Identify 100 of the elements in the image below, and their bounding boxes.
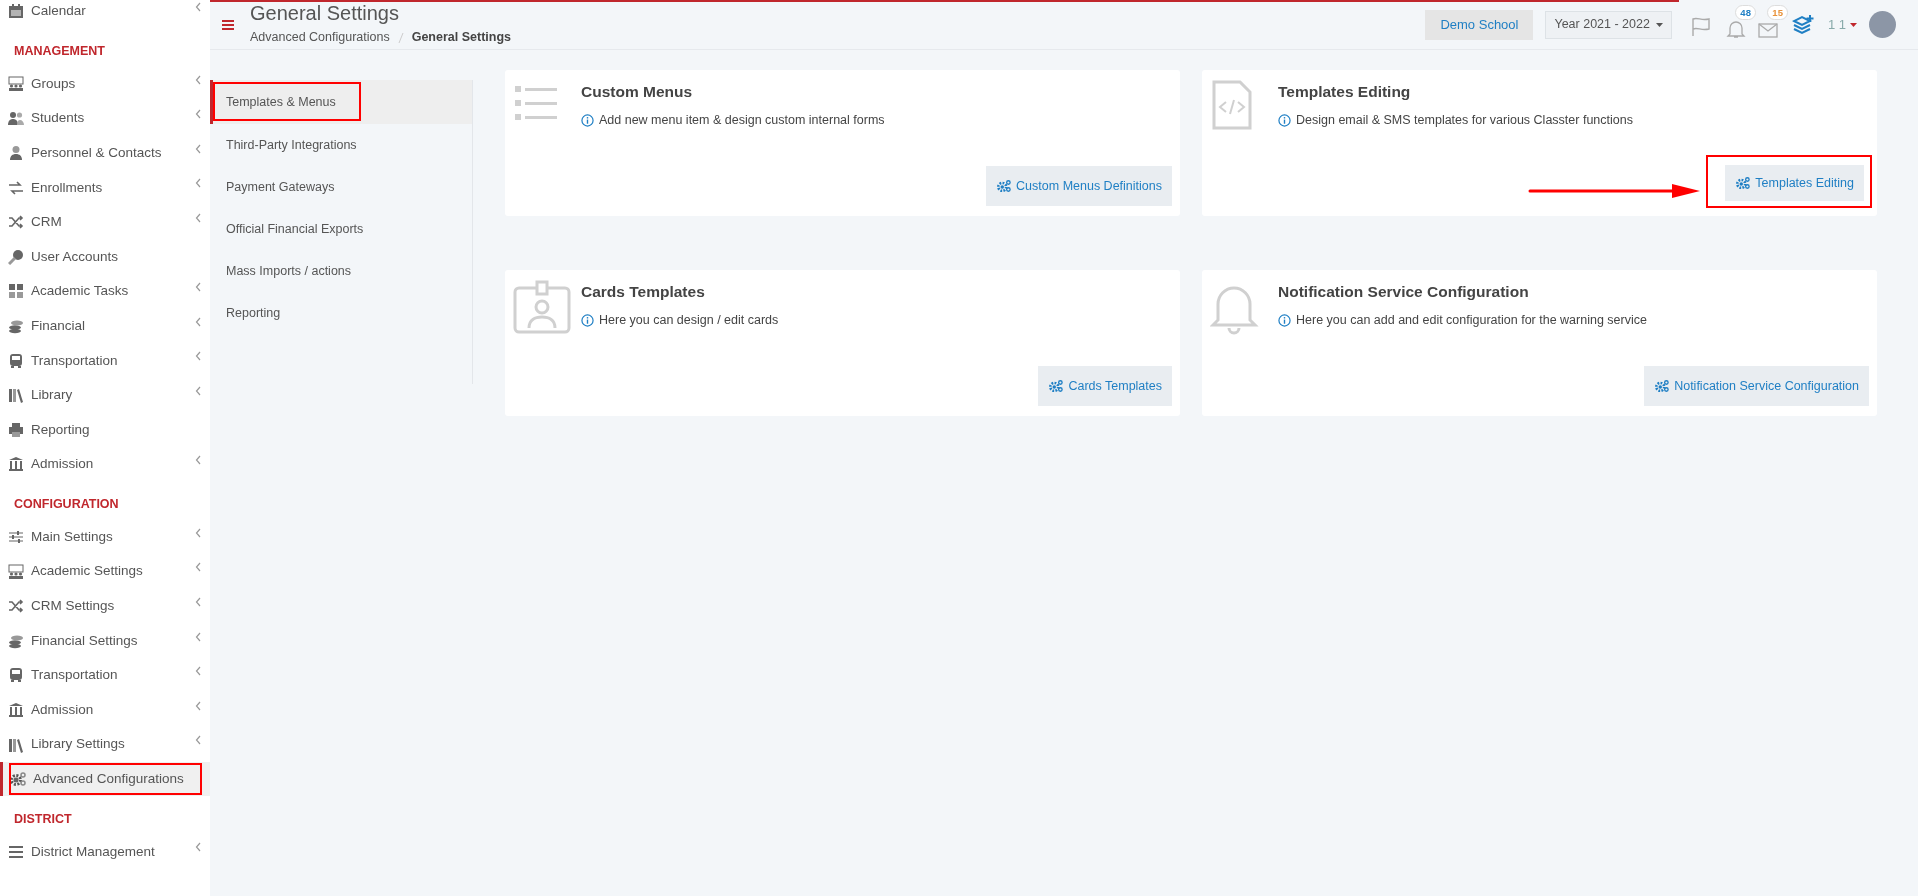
chevron-icon (195, 842, 202, 853)
chevron-icon (195, 351, 202, 362)
chevron-icon (195, 700, 202, 711)
chevron-icon (195, 282, 202, 293)
chevron-icon (195, 666, 202, 677)
submenu-item[interactable]: Official Financial Exports (210, 208, 472, 250)
notification-count: 48 (1735, 4, 1756, 20)
card-description: Add new menu item & design custom internal forms (599, 112, 885, 130)
sidebar-item[interactable]: Academic Tasks (0, 274, 210, 309)
caret-icon[interactable] (1850, 22, 1857, 27)
submenu-item[interactable]: Reporting (210, 292, 472, 334)
info-icon (581, 314, 594, 328)
sidebar-item[interactable]: Academic Settings (0, 554, 210, 589)
chevron-icon (195, 562, 202, 573)
gears-icon (1735, 176, 1752, 190)
gears-icon (1048, 379, 1065, 393)
breadcrumb-link[interactable]: Advanced Configurations (250, 28, 390, 47)
menu-icon (8, 843, 24, 860)
sidebar-item[interactable]: Financial Settings (0, 623, 210, 659)
chevron-icon (195, 316, 202, 327)
page-title: General Settings (250, 2, 400, 25)
sidebar-item[interactable]: Transportation (0, 658, 210, 693)
bank-icon (8, 702, 24, 718)
card-action-button[interactable]: Cards Templates (1038, 366, 1172, 406)
sidebar-item[interactable]: CRM Settings (0, 588, 210, 624)
message-count: 15 (1767, 4, 1788, 20)
coins-icon (8, 318, 24, 335)
menu-icon[interactable] (222, 19, 234, 30)
person-icon (8, 145, 24, 162)
chevron-icon (195, 2, 202, 12)
section-heading: CONFIGURATION (13, 495, 120, 513)
key-icon (8, 248, 24, 265)
card-title: Custom Menus (581, 82, 694, 102)
section-heading: DISTRICT (13, 810, 73, 828)
sidebar-item[interactable]: Students (0, 101, 210, 136)
submenu-item[interactable]: Mass Imports / actions (210, 250, 472, 292)
card-title: Templates Editing (1278, 82, 1412, 102)
chevron-icon (195, 143, 202, 154)
section-heading: MANAGEMENT (13, 42, 106, 60)
sidebar-item[interactable]: Enrollments (0, 170, 210, 205)
bank-icon (8, 456, 24, 473)
breadcrumb-current: General Settings (411, 29, 512, 47)
chevron-icon (195, 178, 202, 189)
chevron-icon (195, 455, 202, 466)
chevron-icon (195, 109, 202, 120)
school-button[interactable]: Demo School (1425, 9, 1534, 40)
sidebar-item[interactable]: Main Settings (0, 519, 210, 555)
sidebar-item[interactable]: Financial (0, 308, 210, 344)
sidebar-item[interactable]: Advanced Configurations (0, 761, 210, 797)
books-icon (8, 736, 24, 753)
card-action-button[interactable]: Notification Service Configuration (1644, 366, 1869, 406)
card-description: Here you can design / edit cards (599, 312, 779, 330)
sidebar-item[interactable]: Library Settings (0, 727, 210, 762)
info-icon (1278, 314, 1291, 328)
swap-arrows-icon (8, 179, 24, 196)
sidebar-item[interactable]: Library (0, 377, 210, 413)
card-title: Notification Service Configuration (1278, 282, 1530, 302)
sidebar-item[interactable]: Admission (0, 692, 210, 728)
chevron-icon (195, 631, 202, 642)
sliders-icon (8, 529, 24, 545)
info-icon (581, 114, 594, 128)
gears-icon (10, 771, 26, 788)
submenu-item[interactable]: Third-Party Integrations (210, 124, 472, 166)
sidebar-item[interactable]: CRM (0, 204, 210, 240)
card-description: Here you can add and edit configuration for the warning service (1296, 312, 1647, 330)
sidebar-item[interactable]: Transportation (0, 343, 210, 378)
sidebar-item[interactable]: District Management (0, 834, 210, 870)
group-icon (8, 563, 24, 580)
caret-icon (1655, 22, 1663, 27)
submenu-item[interactable]: Payment Gateways (210, 166, 472, 208)
submenu-item[interactable]: Templates & Menus (210, 80, 472, 124)
shuffle-icon (8, 598, 24, 615)
card-description: Design email & SMS templates for various Classter functions (1296, 112, 1633, 130)
user-avatar[interactable] (1869, 11, 1896, 38)
info-icon (1278, 114, 1291, 128)
books-icon (8, 387, 24, 404)
users-icon (8, 110, 24, 127)
sidebar-item[interactable]: Personnel & Contacts (0, 135, 210, 171)
chevron-icon (195, 527, 202, 538)
grid-icon (8, 283, 24, 300)
sidebar-item[interactable]: Reporting (0, 412, 210, 448)
year-select[interactable]: Year 2021 - 2022 (1545, 10, 1672, 39)
chevron-icon (195, 74, 202, 85)
sidebar-item[interactable]: Groups (0, 66, 210, 102)
calendar-icon (8, 3, 24, 20)
sidebar-item[interactable]: User Accounts (0, 239, 210, 275)
chevron-icon (195, 385, 202, 396)
bus-icon (8, 352, 24, 369)
gears-icon (1654, 379, 1671, 393)
card-action-button[interactable]: Templates Editing (1725, 165, 1864, 201)
sidebar-item[interactable]: Calendar (0, 0, 210, 29)
card-title: Cards Templates (581, 282, 706, 302)
breadcrumb-separator-icon (397, 32, 404, 43)
bell-icon[interactable] (1725, 18, 1746, 39)
chevron-icon (195, 596, 202, 607)
gears-icon (996, 179, 1013, 193)
sidebar-item[interactable]: Admission (0, 447, 210, 482)
chevron-icon (195, 735, 202, 746)
card-action-button[interactable]: Custom Menus Definitions (986, 166, 1172, 206)
bus-icon (8, 667, 24, 684)
